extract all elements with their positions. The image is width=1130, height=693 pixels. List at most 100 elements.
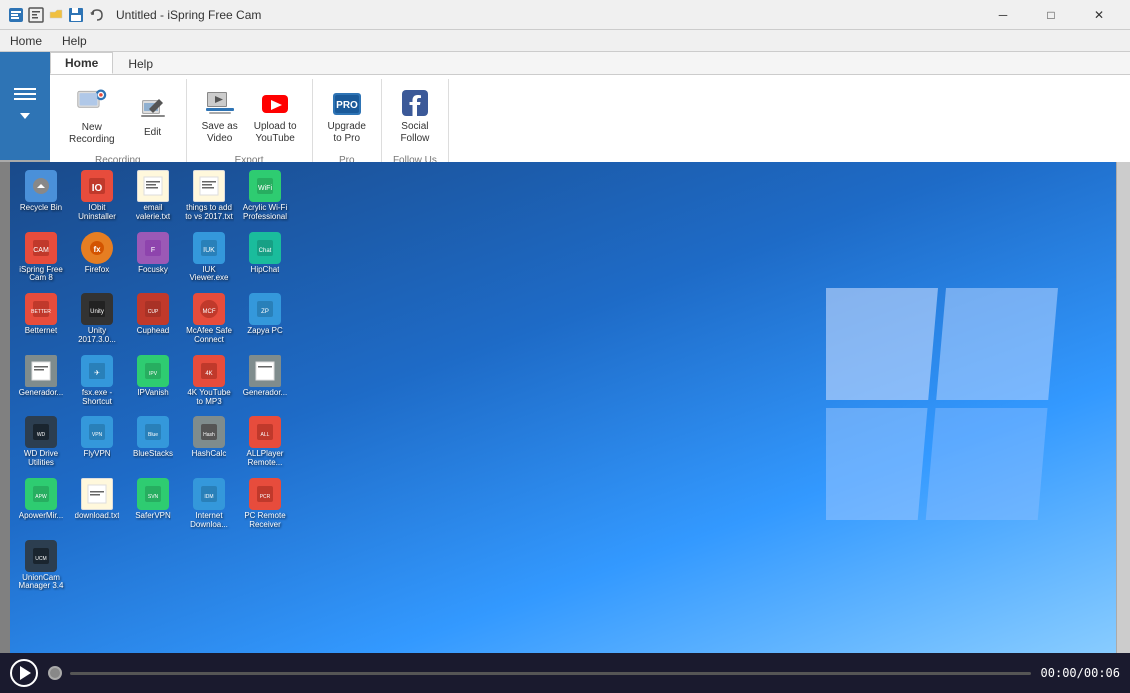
desktop-icon-label: Generador...: [243, 389, 287, 398]
desktop-icon-label: Cuphead: [137, 327, 169, 336]
desktop-icon-label: Generador...: [19, 389, 63, 398]
desktop-icon-label: iSpring Free Cam 8: [16, 266, 66, 284]
desktop-icon-label: FlyVPN: [83, 450, 110, 459]
social-follow-label: SocialFollow: [400, 121, 429, 145]
maximize-button[interactable]: □: [1028, 0, 1074, 30]
list-item[interactable]: UCM UnionCam Manager 3.4: [14, 536, 68, 596]
desktop-icon-label: Unity 2017.3.0...: [72, 327, 122, 345]
upgrade-pro-label: Upgradeto Pro: [328, 121, 366, 145]
ribbon-menu-button[interactable]: [0, 52, 50, 160]
title-bar-left: Untitled - iSpring Free Cam: [8, 7, 261, 23]
new-icon[interactable]: [28, 7, 44, 23]
desktop-icon-label: ApowerMir...: [19, 512, 63, 521]
list-item[interactable]: Chat HipChat: [238, 228, 290, 288]
desktop-icon-label: IObit Uninstaller: [72, 204, 122, 222]
upgrade-pro-button[interactable]: PRO Upgradeto Pro: [321, 82, 373, 150]
save-icon[interactable]: [68, 7, 84, 23]
svg-text:WD: WD: [37, 432, 46, 438]
list-item[interactable]: VPN FlyVPN: [70, 412, 124, 472]
progress-track[interactable]: [70, 672, 1031, 675]
list-item[interactable]: ALL ALLPlayer Remote...: [238, 412, 290, 472]
ribbon-group-pro: PRO Upgradeto Pro Pro: [313, 79, 382, 168]
list-item[interactable]: WiFi Acrylic Wi-Fi Professional: [238, 166, 290, 226]
list-item[interactable]: BETTER Betternet: [14, 289, 68, 349]
menu-help[interactable]: Help: [52, 32, 97, 50]
edit-button[interactable]: Edit: [128, 88, 178, 144]
list-item[interactable]: ✈ fsx.exe - Shortcut: [70, 351, 124, 411]
list-item[interactable]: SVN SaferVPN: [126, 474, 180, 534]
list-item[interactable]: CUP Cuphead: [126, 289, 180, 349]
desktop-icon-img: ALL: [249, 416, 281, 448]
menu-home[interactable]: Home: [0, 32, 52, 50]
progress-handle[interactable]: [48, 666, 62, 680]
title-text: Untitled - iSpring Free Cam: [116, 8, 261, 22]
ribbon-group-follow: SocialFollow Follow Us: [382, 79, 449, 168]
desktop-icon-label: email valerie.txt: [128, 204, 178, 222]
minimize-button[interactable]: ─: [980, 0, 1026, 30]
list-item[interactable]: things to add to vs 2017.txt: [182, 166, 236, 226]
list-item[interactable]: IPV IPVanish: [126, 351, 180, 411]
svg-text:4K: 4K: [205, 371, 212, 377]
list-item[interactable]: fx Firefox: [70, 228, 124, 288]
list-item[interactable]: CAM iSpring Free Cam 8: [14, 228, 68, 288]
ribbon-content: NewRecording E: [50, 74, 1130, 172]
title-bar-controls: ─ □ ✕: [980, 0, 1122, 30]
desktop-icon-label: Betternet: [25, 327, 57, 336]
svg-text:IDM: IDM: [204, 494, 213, 500]
upload-youtube-button[interactable]: Upload toYouTube: [247, 82, 304, 150]
desktop-icon-img: 4K: [193, 355, 225, 387]
vertical-scrollbar[interactable]: [1116, 162, 1130, 653]
tab-help[interactable]: Help: [113, 52, 168, 74]
svg-text:PRO: PRO: [336, 100, 358, 111]
list-item[interactable]: 4K 4K YouTube to MP3: [182, 351, 236, 411]
list-item[interactable]: WD WD Drive Utilities: [14, 412, 68, 472]
desktop-icon-label: PC Remote Receiver: [240, 512, 290, 530]
list-item[interactable]: ZP Zapya PC: [238, 289, 290, 349]
list-item[interactable]: APW ApowerMir...: [14, 474, 68, 534]
desktop-icon-img: [193, 170, 225, 202]
list-item[interactable]: F Focusky: [126, 228, 180, 288]
list-item[interactable]: Blue BlueStacks: [126, 412, 180, 472]
list-item[interactable]: PCR PC Remote Receiver: [238, 474, 290, 534]
menu-bar: Home Help: [0, 30, 1130, 52]
desktop-icon-label: McAfee Safe Connect: [184, 327, 234, 345]
svg-text:✈: ✈: [94, 370, 100, 377]
list-item[interactable]: IUK IUK Viewer.exe: [182, 228, 236, 288]
list-item[interactable]: download.txt: [70, 474, 124, 534]
open-icon[interactable]: [48, 7, 64, 23]
desktop-icon-img: CAM: [25, 232, 57, 264]
close-button[interactable]: ✕: [1076, 0, 1122, 30]
tab-home[interactable]: Home: [50, 52, 113, 74]
follow-items: SocialFollow: [390, 81, 440, 151]
desktop-icon-img: PCR: [249, 478, 281, 510]
app-icon: [8, 7, 24, 23]
list-item[interactable]: IDM Internet Downloa...: [182, 474, 236, 534]
list-item[interactable]: Unity Unity 2017.3.0...: [70, 289, 124, 349]
desktop-icon-img: [249, 355, 281, 387]
social-follow-icon: [399, 87, 431, 119]
list-item[interactable]: Recycle Bin: [14, 166, 68, 226]
desktop-icon-img: Unity: [81, 293, 113, 325]
desktop-icon-label: SaferVPN: [135, 512, 171, 521]
play-button[interactable]: [10, 659, 38, 687]
social-follow-button[interactable]: SocialFollow: [390, 82, 440, 150]
desktop-icon-label: Firefox: [85, 266, 109, 275]
desktop-icon-img: WD: [25, 416, 57, 448]
undo-icon[interactable]: [88, 7, 104, 23]
list-item[interactable]: Hash HashCalc: [182, 412, 236, 472]
save-as-video-label: Save asVideo: [202, 121, 238, 145]
desktop-icons-area: Recycle Bin IO IObit Uninstaller email v…: [10, 162, 290, 653]
new-recording-label: NewRecording: [69, 122, 115, 146]
save-as-video-button[interactable]: Save asVideo: [195, 82, 245, 150]
new-recording-button[interactable]: NewRecording: [58, 81, 126, 151]
list-item[interactable]: Generador...: [14, 351, 68, 411]
list-item[interactable]: Generador...: [238, 351, 290, 411]
desktop-icon-label: 4K YouTube to MP3: [184, 389, 234, 407]
svg-text:Hash: Hash: [203, 432, 215, 438]
desktop-icon-img: APW: [25, 478, 57, 510]
desktop-icon-img: Blue: [137, 416, 169, 448]
list-item[interactable]: IO IObit Uninstaller: [70, 166, 124, 226]
desktop-icon-img: [81, 478, 113, 510]
list-item[interactable]: email valerie.txt: [126, 166, 180, 226]
list-item[interactable]: MCF McAfee Safe Connect: [182, 289, 236, 349]
